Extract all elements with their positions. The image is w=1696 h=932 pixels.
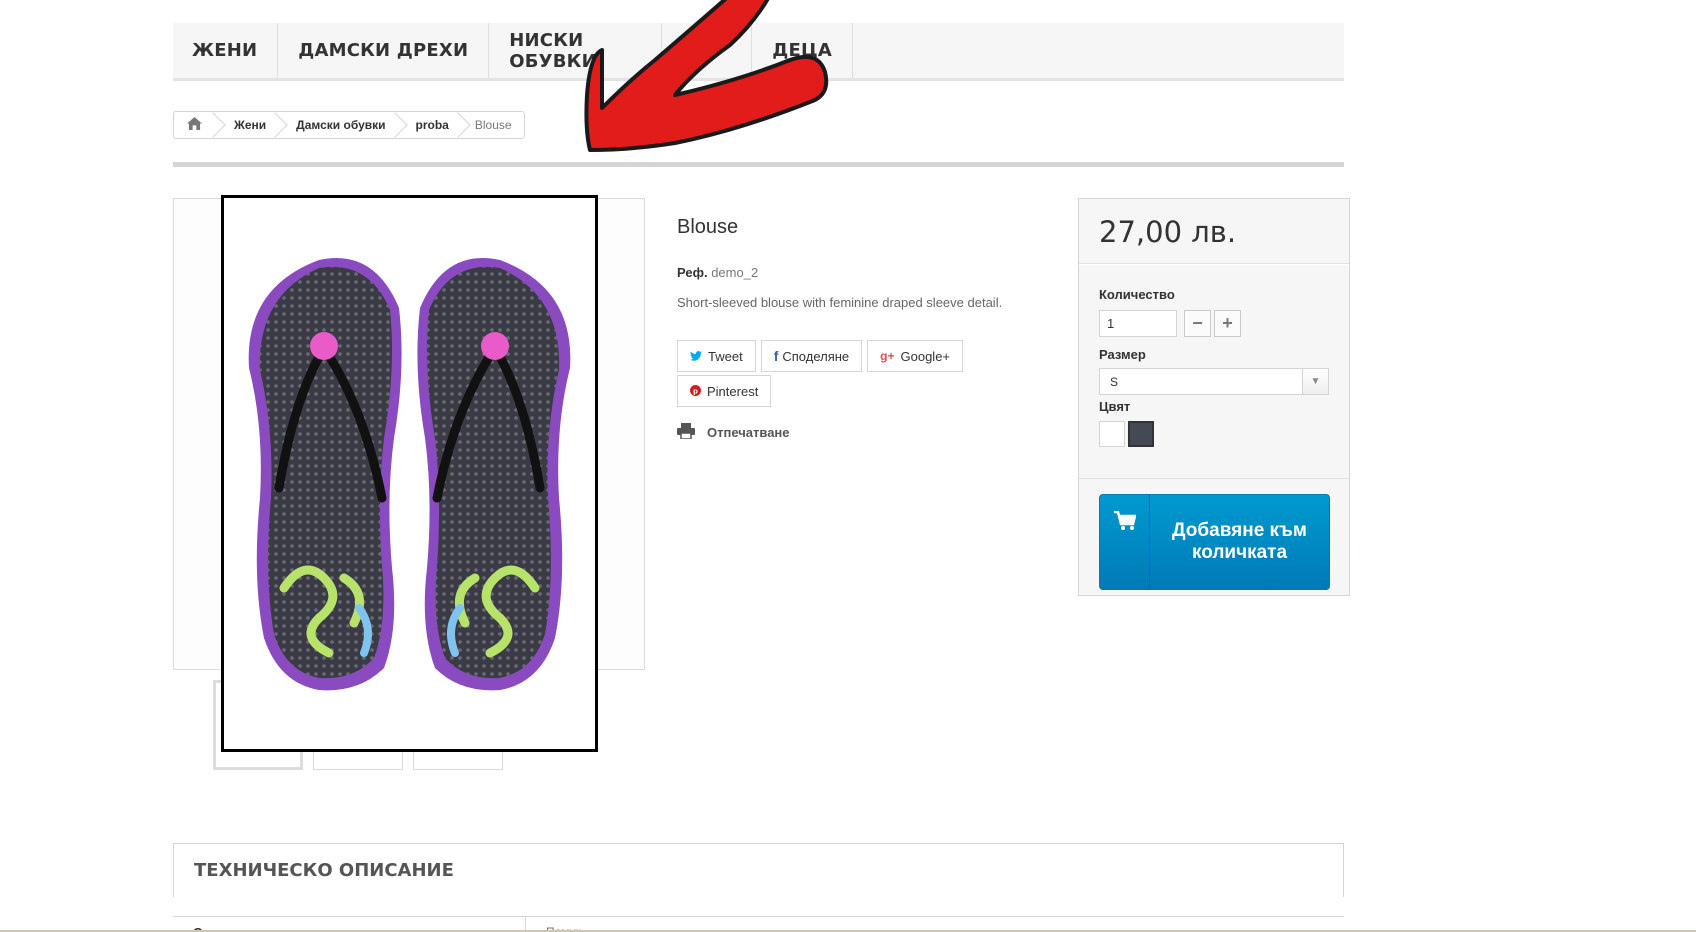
pinterest-label: Pinterest <box>707 383 759 399</box>
social-share-row-2: p Pinterest <box>677 375 772 407</box>
twitter-icon <box>690 349 702 364</box>
color-swatch-white[interactable] <box>1099 421 1125 447</box>
facebook-share-button[interactable]: f Споделяне <box>760 340 863 372</box>
buy-box-separator <box>1079 263 1349 264</box>
quantity-increase-button[interactable]: + <box>1214 310 1241 337</box>
product-image[interactable] <box>221 195 598 752</box>
color-swatch-dark-gray[interactable] <box>1128 421 1154 447</box>
red-arrow-annotation <box>584 0 829 152</box>
pinterest-icon: p <box>690 384 701 399</box>
quantity-input[interactable]: 1 <box>1099 310 1177 337</box>
breadcrumb-item-womens-shoes[interactable]: Дамски обувки <box>276 112 395 138</box>
social-share-row: Tweet f Споделяне g+ Google+ <box>677 340 964 372</box>
size-select[interactable]: S ▼ <box>1099 368 1329 395</box>
facebook-icon: f <box>773 348 779 364</box>
google-plus-label: Google+ <box>900 348 951 364</box>
facebook-share-label: Споделяне <box>782 348 850 364</box>
print-link[interactable]: Отпечатване <box>677 423 790 442</box>
home-icon <box>186 117 202 133</box>
product-short-description: Short-sleeved blouse with feminine drape… <box>677 295 1003 310</box>
buy-box-separator-2 <box>1079 478 1349 479</box>
menu-item-womens-clothes[interactable]: ДАМСКИ ДРЕХИ <box>278 23 490 78</box>
tweet-button[interactable]: Tweet <box>677 340 756 372</box>
reference-label: Реф. <box>677 265 708 280</box>
add-to-cart-label: Добавяне към количката <box>1172 520 1307 563</box>
quantity-label: Количество <box>1099 287 1175 302</box>
menu-item-women[interactable]: ЖЕНИ <box>173 23 279 78</box>
product-reference: Реф. demo_2 <box>677 265 758 280</box>
size-label: Размер <box>1099 347 1146 362</box>
print-label: Отпечатване <box>707 425 790 440</box>
color-label: Цвят <box>1099 399 1131 414</box>
quantity-decrease-button[interactable]: − <box>1184 310 1211 337</box>
flip-flops-image <box>248 258 571 691</box>
breadcrumb-home[interactable] <box>174 112 214 138</box>
svg-text:p: p <box>693 386 698 395</box>
google-plus-icon: g+ <box>880 349 895 363</box>
buy-box: 27,00 лв. Количество 1 − + Размер S ▼ Цв… <box>1078 198 1350 596</box>
pinterest-button[interactable]: p Pinterest <box>677 375 772 407</box>
plus-icon: + <box>1222 313 1233 333</box>
size-selected-value: S <box>1110 374 1119 389</box>
product-price: 27,00 лв. <box>1099 215 1237 249</box>
printer-icon <box>677 423 695 442</box>
google-plus-button[interactable]: g+ Google+ <box>867 340 964 372</box>
minus-icon: − <box>1192 313 1203 333</box>
cart-icon <box>1100 495 1150 589</box>
breadcrumb: Жени Дамски обувки proba Blouse <box>173 111 525 139</box>
product-title: Blouse <box>677 216 739 238</box>
reference-value: demo_2 <box>711 265 759 280</box>
chevron-down-icon: ▼ <box>1302 369 1328 394</box>
tech-description-heading: ТЕХНИЧЕСКО ОПИСАНИЕ <box>173 843 1344 897</box>
tweet-label: Tweet <box>708 348 743 364</box>
add-to-cart-button[interactable]: Добавяне към количката <box>1099 494 1330 590</box>
